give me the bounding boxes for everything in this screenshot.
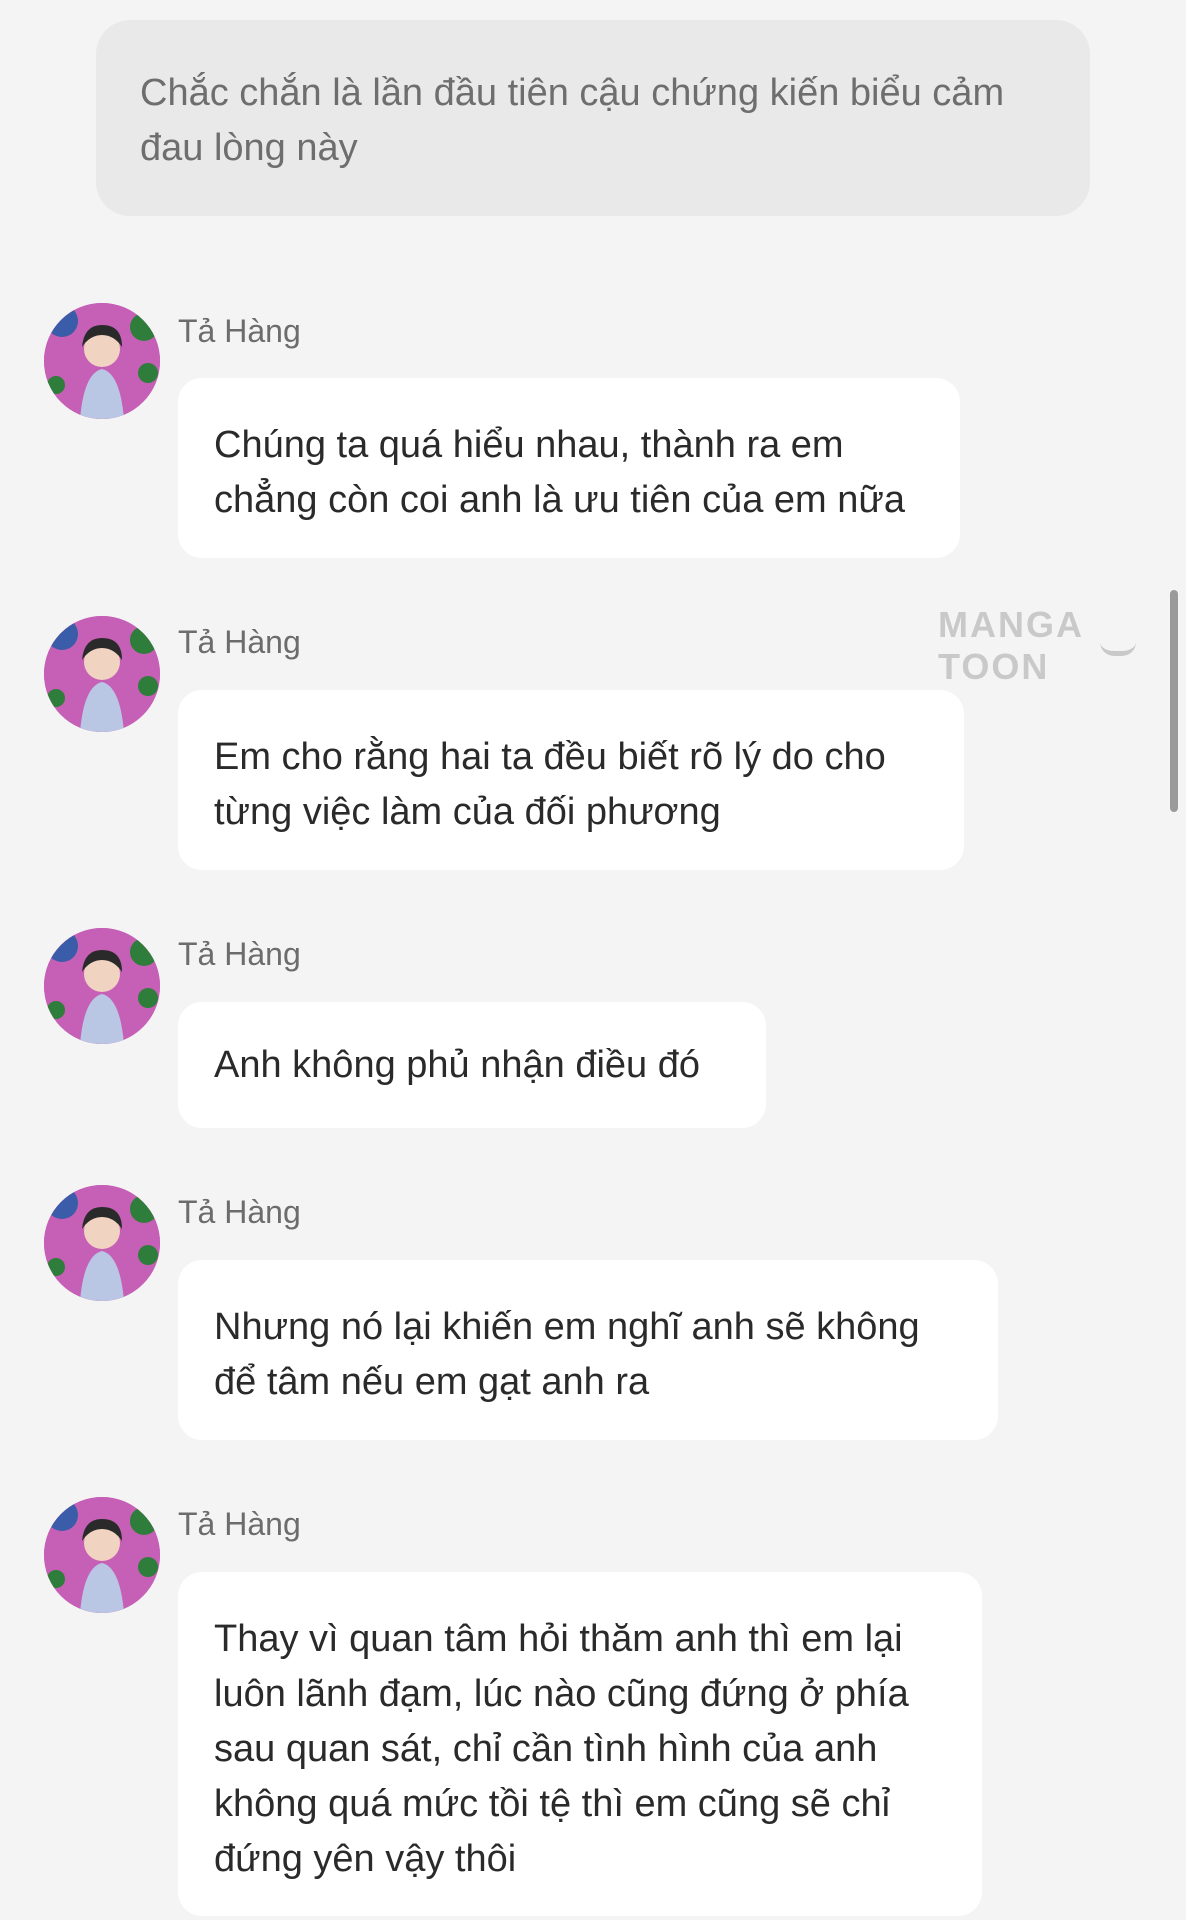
avatar[interactable] (44, 616, 160, 732)
avatar-image (44, 1185, 160, 1301)
message-bubble: Nhưng nó lại khiến em nghĩ anh sẽ không … (178, 1260, 998, 1440)
avatar[interactable] (44, 928, 160, 1044)
message-text: Anh không phủ nhận điều đó (214, 1044, 700, 1086)
sender-name: Tả Hàng (178, 313, 301, 349)
message-text: Em cho rằng hai ta đều biết rõ lý do cho… (214, 736, 886, 833)
sender-name: Tả Hàng (178, 1194, 301, 1230)
avatar-image (44, 303, 160, 419)
chat-screen: Chắc chắn là lần đầu tiên cậu chứng kiến… (0, 0, 1186, 1920)
avatar[interactable] (44, 1497, 160, 1613)
avatar-image (44, 928, 160, 1044)
narration-bubble: Chắc chắn là lần đầu tiên cậu chứng kiến… (96, 20, 1090, 216)
scrollbar[interactable] (1170, 590, 1178, 812)
message-text: Nhưng nó lại khiến em nghĩ anh sẽ không … (214, 1306, 920, 1403)
message-bubble: Chúng ta quá hiểu nhau, thành ra em chẳn… (178, 378, 960, 558)
sender-name: Tả Hàng (178, 936, 301, 972)
avatar-image (44, 1497, 160, 1613)
message-text: Thay vì quan tâm hỏi thăm anh thì em lại… (214, 1618, 909, 1880)
sender-name: Tả Hàng (178, 624, 301, 660)
sender-name: Tả Hàng (178, 1506, 301, 1542)
message-bubble: Em cho rằng hai ta đều biết rõ lý do cho… (178, 690, 964, 870)
message-text: Chúng ta quá hiểu nhau, thành ra em chẳn… (214, 424, 905, 521)
avatar[interactable] (44, 303, 160, 419)
watermark-logo: MANGA TOON (938, 604, 1083, 687)
message-bubble: Thay vì quan tâm hỏi thăm anh thì em lại… (178, 1572, 982, 1916)
avatar-image (44, 616, 160, 732)
narration-text: Chắc chắn là lần đầu tiên cậu chứng kiến… (140, 72, 1005, 169)
avatar[interactable] (44, 1185, 160, 1301)
message-bubble: Anh không phủ nhận điều đó (178, 1002, 766, 1128)
